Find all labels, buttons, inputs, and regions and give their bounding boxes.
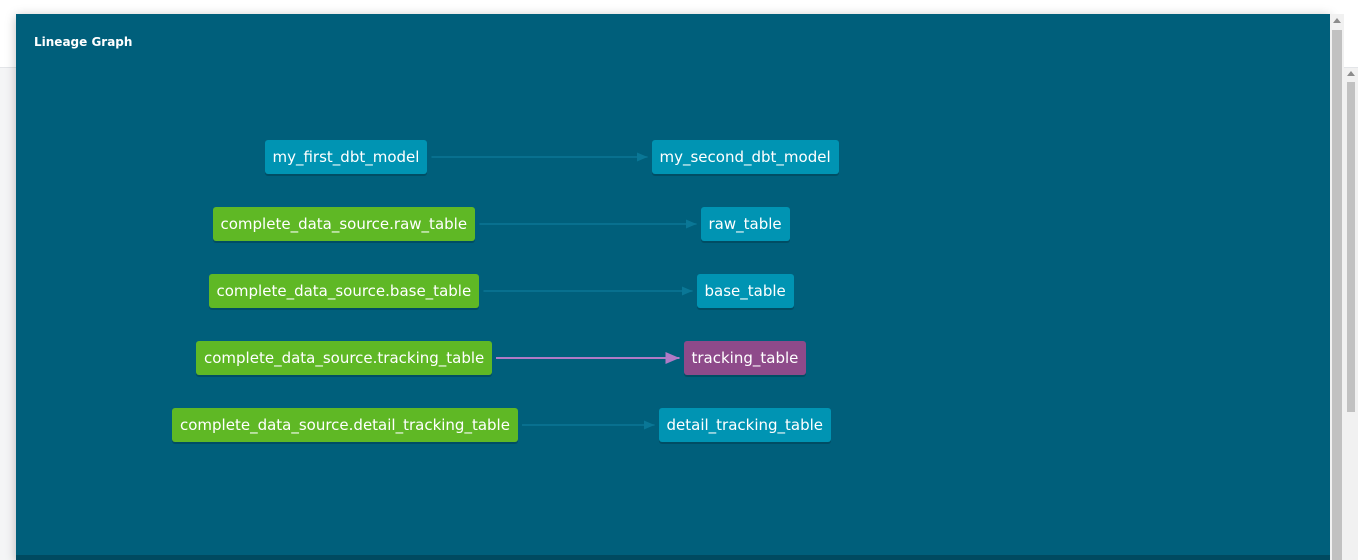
graph-node-my-first-dbt-model[interactable]: my_first_dbt_model: [264, 140, 428, 174]
modal-scroll-up-arrow-icon[interactable]: [1333, 18, 1341, 23]
graph-node-detail-tracking-table[interactable]: detail_tracking_table: [658, 408, 832, 442]
graph-node-complete-data-source-base-table[interactable]: complete_data_source.base_table: [208, 274, 480, 308]
lineage-graph-modal: Lineage Graph my_first_dbt_model my_secon…: [16, 14, 1330, 560]
graph-node-complete-data-source-tracking-table[interactable]: complete_data_source.tracking_table: [196, 341, 493, 375]
graph-node-tracking-table[interactable]: tracking_table: [683, 341, 807, 375]
modal-scrollbar[interactable]: [1330, 14, 1344, 560]
graph-node-complete-data-source-detail-tracking-table[interactable]: complete_data_source.detail_tracking_tab…: [172, 408, 518, 442]
graph-node-raw-table[interactable]: raw_table: [700, 207, 790, 241]
page-scrollbar[interactable]: [1344, 68, 1358, 560]
graph-node-my-second-dbt-model[interactable]: my_second_dbt_model: [651, 140, 839, 174]
scroll-up-arrow-icon[interactable]: [1347, 71, 1355, 76]
graph-node-base-table[interactable]: base_table: [696, 274, 794, 308]
page-scrollbar-thumb[interactable]: [1347, 82, 1355, 412]
graph-node-complete-data-source-raw-table[interactable]: complete_data_source.raw_table: [212, 207, 476, 241]
modal-scrollbar-thumb[interactable]: [1332, 30, 1342, 560]
modal-footer-strip: [16, 555, 1330, 560]
